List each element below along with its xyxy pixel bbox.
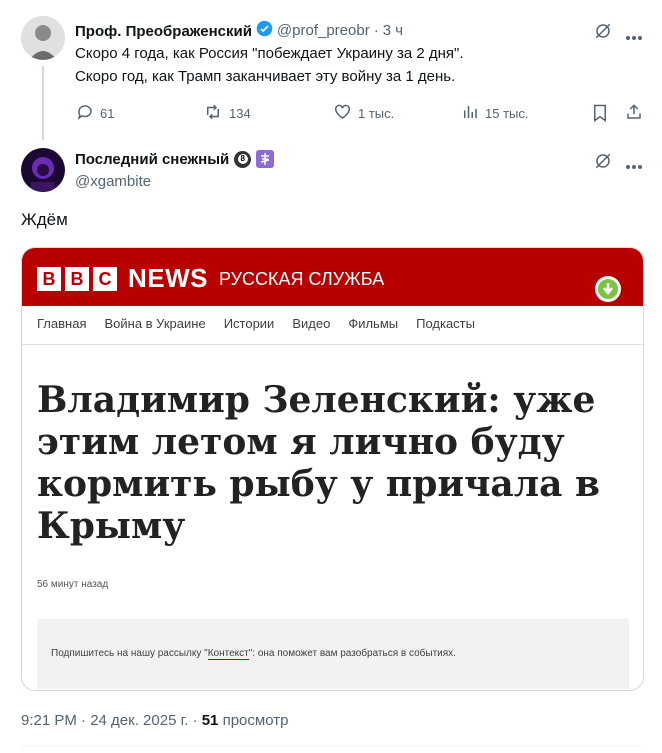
embedded-image[interactable]: B B C NEWS РУССКАЯ СЛУЖБА Главная Война в…	[21, 247, 644, 691]
share-icon[interactable]	[625, 103, 643, 126]
repost-icon	[203, 103, 223, 124]
newsletter-link: Контекст	[207, 648, 249, 660]
tweet1-header: Проф. Преображенский @prof_preobr · 3 ч	[75, 20, 403, 42]
avatar[interactable]	[21, 148, 65, 192]
like-count: 1 тыс.	[358, 106, 395, 121]
nav-item: Главная	[37, 316, 87, 331]
repost-button[interactable]: 134	[203, 103, 251, 124]
author-handle[interactable]: @prof_preobr	[277, 21, 370, 41]
cross-icon	[256, 150, 275, 168]
bbc-block: C	[93, 267, 117, 291]
headline-line: Крыму	[37, 505, 186, 547]
bookmark-icon[interactable]	[592, 104, 608, 127]
bbc-header-bar: B B C NEWS РУССКАЯ СЛУЖБА	[22, 248, 643, 306]
bbc-block: B	[65, 267, 89, 291]
nav-item: Видео	[292, 316, 331, 331]
headline-line: Владимир Зеленский: уже	[37, 379, 596, 421]
article-time: 56 минут назад	[37, 579, 109, 590]
tweet1-line2: Скоро год, как Трамп заканчивает эту вой…	[75, 68, 456, 85]
author-name[interactable]: Проф. Преображенский	[75, 23, 252, 40]
tweet-timestamp[interactable]: 9:21 PM · 24 дек. 2025 г. ·	[21, 712, 202, 729]
views-button[interactable]: 15 тыс.	[461, 103, 528, 124]
tweet-time[interactable]: 3 ч	[383, 21, 403, 41]
grok-icon[interactable]	[594, 22, 612, 45]
nav-item: Война в Украине	[104, 316, 206, 331]
tweet1-line1: Скоро 4 года, как Россия "побеждает Укра…	[75, 45, 464, 62]
bbc-nav: Главная Война в Украине Истории Видео Фильмы…	[37, 316, 493, 331]
headline-line: кормить рыбу у причала в	[37, 463, 601, 505]
reply-icon	[76, 103, 94, 124]
author-handle[interactable]: @xgambite	[75, 172, 151, 192]
author-name[interactable]: Последний снежный	[75, 151, 229, 168]
verified-badge-icon	[256, 20, 273, 42]
dot-separator: ·	[373, 22, 379, 39]
grok-icon[interactable]	[594, 152, 612, 175]
bbc-block: B	[37, 267, 61, 291]
nav-item: Подкасты	[416, 316, 475, 331]
nav-item: Фильмы	[348, 316, 399, 331]
bbc-news-wordmark: NEWS	[128, 263, 208, 293]
newsletter-suffix: ": она поможет вам разобраться в события…	[248, 648, 456, 659]
bbc-logo: B B C	[37, 267, 117, 291]
bbc-service-name: РУССКАЯ СЛУЖБА	[219, 269, 385, 289]
reply-count: 61	[100, 106, 115, 121]
newsletter-box: Подпишитесь на нашу рассылку "Контекст":…	[37, 619, 629, 689]
eight-ball-badge: 8	[234, 150, 252, 168]
newsletter-text: Подпишитесь на нашу рассылку "Контекст":…	[51, 648, 456, 660]
tweet-meta: 9:21 PM · 24 дек. 2025 г. · 51 просмотр	[21, 711, 288, 731]
tweet2-header: Последний снежный 8	[75, 150, 275, 168]
download-icon	[595, 276, 621, 302]
like-button[interactable]: 1 тыс.	[333, 103, 394, 124]
nav-divider	[22, 344, 643, 345]
views-count: 15 тыс.	[485, 106, 529, 121]
view-label: просмотр	[218, 712, 289, 729]
bottom-divider	[21, 746, 642, 747]
tweet2-text: Ждём	[21, 210, 68, 229]
nav-item: Истории	[223, 316, 275, 331]
more-icon[interactable]	[625, 157, 643, 175]
headline-line: этим летом я лично буду	[37, 421, 565, 463]
repost-count: 134	[229, 106, 251, 121]
thread-line	[42, 66, 44, 140]
views-icon	[461, 103, 479, 124]
tweet1-text: Скоро 4 года, как Россия "побеждает Укра…	[75, 44, 635, 87]
reply-button[interactable]: 61	[76, 103, 114, 124]
article-headline: Владимир Зеленский: уже этим летом я лич…	[37, 379, 627, 547]
badge-number: 8	[237, 154, 248, 164]
avatar[interactable]	[21, 16, 65, 60]
view-count: 51	[201, 712, 219, 729]
like-icon	[333, 103, 352, 124]
newsletter-prefix: Подпишитесь на нашу рассылку "	[51, 648, 208, 659]
